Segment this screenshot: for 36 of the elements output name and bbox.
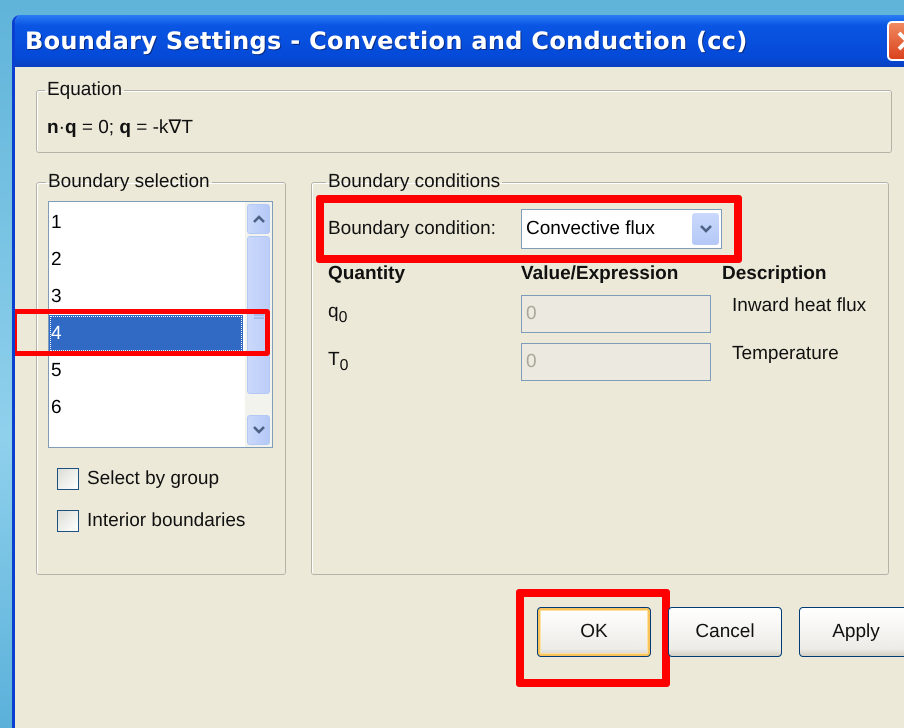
dialog-button[interactable]: OK — [537, 607, 651, 657]
list-item[interactable]: 3 — [49, 278, 243, 315]
dialog-button[interactable]: Apply — [799, 607, 904, 657]
list-item[interactable]: 6 — [49, 389, 243, 426]
column-header: Description — [722, 263, 828, 285]
boundary-list[interactable]: 1 2 3 4 5 6 — [48, 201, 273, 448]
list-item[interactable]: 5 — [49, 352, 243, 389]
checkbox[interactable] — [57, 510, 79, 532]
condition-dropdown[interactable]: Convective flux — [521, 209, 722, 249]
list-item[interactable]: 2 — [49, 241, 243, 278]
dropdown-button[interactable] — [692, 213, 719, 245]
dialog-button[interactable]: Cancel — [668, 607, 782, 657]
description-text: Inward heat flux — [732, 295, 868, 317]
group-label: Equation — [46, 79, 124, 101]
checkbox-label: Select by group — [87, 468, 220, 490]
scroll-up-button[interactable] — [247, 204, 270, 234]
checkbox[interactable] — [57, 468, 79, 490]
chevron-down-icon — [698, 224, 712, 234]
chevron-down-icon — [252, 425, 266, 435]
quantity-symbol: q$_{0}$ — [328, 301, 348, 327]
checkbox-label: Interior boundaries — [87, 510, 246, 532]
scroll-down-button[interactable] — [247, 415, 270, 445]
window-title: Boundary Settings - Convection and Conduction (cc) — [25, 27, 748, 55]
quantity-symbol: T$_{0}$ — [328, 349, 350, 375]
field-label: Boundary condition: — [328, 218, 497, 240]
column-header: Quantity — [328, 263, 406, 285]
dropdown-value: Convective flux — [526, 218, 655, 240]
scrollbar[interactable] — [245, 202, 272, 447]
description-text: Temperature — [732, 343, 840, 365]
group-label: Boundary selection — [47, 171, 211, 193]
chevron-up-icon — [252, 214, 266, 224]
equation-formula: n·q = 0; q = -k∇T — [47, 116, 194, 139]
list-item[interactable]: 4 — [49, 315, 243, 352]
column-header: Value/Expression — [521, 263, 680, 285]
list-item[interactable]: 1 — [49, 204, 243, 241]
group-label: Boundary conditions — [327, 171, 502, 193]
